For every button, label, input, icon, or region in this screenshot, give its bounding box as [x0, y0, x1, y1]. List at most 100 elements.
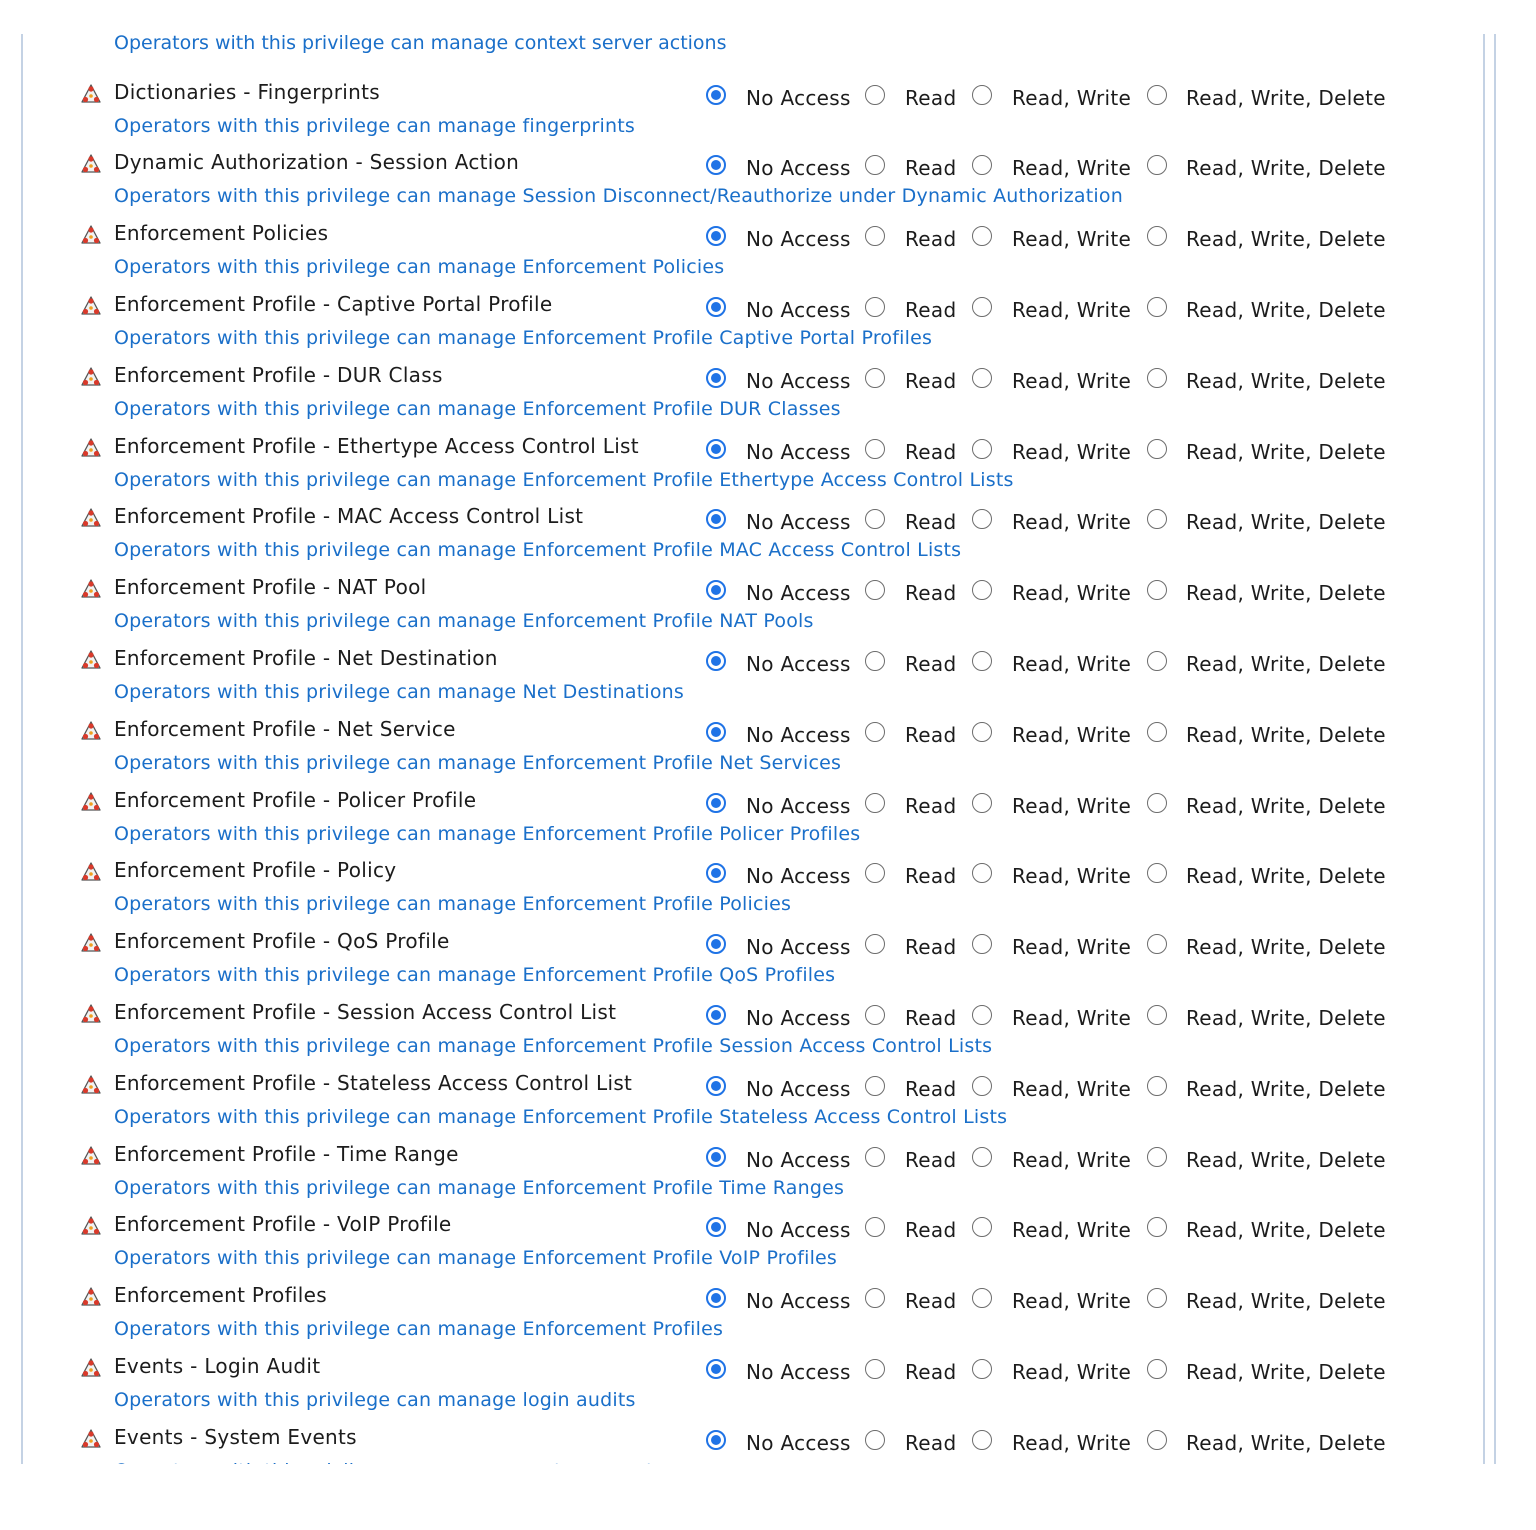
access-option-read[interactable]: Read — [865, 363, 956, 393]
radio-button[interactable] — [706, 934, 726, 955]
access-option-read-write-delete[interactable]: Read, Write, Delete — [1147, 363, 1386, 393]
radio-button[interactable] — [706, 226, 726, 247]
access-option-read-write[interactable]: Read, Write — [972, 929, 1131, 959]
radio-button[interactable] — [706, 1146, 726, 1167]
radio-button[interactable] — [1147, 1146, 1167, 1167]
radio-button[interactable] — [706, 580, 726, 601]
access-option-read-write[interactable]: Read, Write — [972, 80, 1131, 110]
access-option-read[interactable]: Read — [865, 1000, 956, 1030]
radio-button[interactable] — [706, 650, 726, 671]
radio-button[interactable] — [706, 155, 726, 176]
radio-button[interactable] — [972, 84, 992, 105]
access-option-no-access[interactable]: No Access — [706, 292, 851, 322]
radio-button[interactable] — [865, 1004, 885, 1025]
access-option-read-write-delete[interactable]: Read, Write, Delete — [1147, 929, 1386, 959]
radio-button[interactable] — [1147, 1217, 1167, 1238]
access-option-read[interactable]: Read — [865, 1354, 956, 1384]
radio-button[interactable] — [972, 1217, 992, 1238]
radio-button[interactable] — [865, 296, 885, 317]
access-option-read-write[interactable]: Read, Write — [972, 1212, 1131, 1242]
radio-button[interactable] — [706, 296, 726, 317]
radio-button[interactable] — [865, 863, 885, 884]
access-option-no-access[interactable]: No Access — [706, 1142, 851, 1172]
access-option-read-write-delete[interactable]: Read, Write, Delete — [1147, 434, 1386, 464]
radio-button[interactable] — [972, 1146, 992, 1167]
radio-button[interactable] — [865, 367, 885, 388]
radio-button[interactable] — [865, 934, 885, 955]
radio-button[interactable] — [865, 1288, 885, 1309]
access-option-read[interactable]: Read — [865, 292, 956, 322]
radio-button[interactable] — [706, 1075, 726, 1096]
access-option-no-access[interactable]: No Access — [706, 1212, 851, 1242]
access-option-read-write-delete[interactable]: Read, Write, Delete — [1147, 646, 1386, 676]
radio-button[interactable] — [706, 1358, 726, 1379]
access-option-read-write-delete[interactable]: Read, Write, Delete — [1147, 1354, 1386, 1384]
access-option-no-access[interactable]: No Access — [706, 1283, 851, 1313]
access-option-no-access[interactable]: No Access — [706, 858, 851, 888]
access-option-read-write-delete[interactable]: Read, Write, Delete — [1147, 504, 1386, 534]
radio-button[interactable] — [972, 721, 992, 742]
access-option-read-write[interactable]: Read, Write — [972, 646, 1131, 676]
radio-button[interactable] — [1147, 650, 1167, 671]
radio-button[interactable] — [1147, 1429, 1167, 1450]
radio-button[interactable] — [865, 1146, 885, 1167]
access-option-read-write-delete[interactable]: Read, Write, Delete — [1147, 1071, 1386, 1101]
access-option-read-write[interactable]: Read, Write — [972, 1425, 1131, 1455]
access-option-read-write[interactable]: Read, Write — [972, 292, 1131, 322]
access-option-read[interactable]: Read — [865, 221, 956, 251]
access-option-no-access[interactable]: No Access — [706, 1425, 851, 1455]
radio-button[interactable] — [1147, 934, 1167, 955]
access-option-no-access[interactable]: No Access — [706, 575, 851, 605]
access-option-read[interactable]: Read — [865, 504, 956, 534]
access-option-no-access[interactable]: No Access — [706, 150, 851, 180]
access-option-read-write-delete[interactable]: Read, Write, Delete — [1147, 1142, 1386, 1172]
access-option-read-write-delete[interactable]: Read, Write, Delete — [1147, 788, 1386, 818]
access-option-read[interactable]: Read — [865, 788, 956, 818]
radio-button[interactable] — [972, 792, 992, 813]
radio-button[interactable] — [706, 1429, 726, 1450]
access-option-read-write-delete[interactable]: Read, Write, Delete — [1147, 80, 1386, 110]
access-option-read[interactable]: Read — [865, 150, 956, 180]
radio-button[interactable] — [865, 509, 885, 530]
radio-button[interactable] — [706, 367, 726, 388]
radio-button[interactable] — [706, 792, 726, 813]
radio-button[interactable] — [1147, 155, 1167, 176]
access-option-read[interactable]: Read — [865, 929, 956, 959]
access-option-read-write[interactable]: Read, Write — [972, 717, 1131, 747]
radio-button[interactable] — [706, 509, 726, 530]
radio-button[interactable] — [972, 1004, 992, 1025]
access-option-read-write-delete[interactable]: Read, Write, Delete — [1147, 1000, 1386, 1030]
radio-button[interactable] — [1147, 1358, 1167, 1379]
access-option-read-write[interactable]: Read, Write — [972, 1142, 1131, 1172]
radio-button[interactable] — [972, 226, 992, 247]
access-option-no-access[interactable]: No Access — [706, 1000, 851, 1030]
access-option-read-write-delete[interactable]: Read, Write, Delete — [1147, 575, 1386, 605]
access-option-read-write[interactable]: Read, Write — [972, 1000, 1131, 1030]
radio-button[interactable] — [972, 509, 992, 530]
radio-button[interactable] — [1147, 580, 1167, 601]
radio-button[interactable] — [972, 934, 992, 955]
radio-button[interactable] — [865, 1217, 885, 1238]
access-option-no-access[interactable]: No Access — [706, 1071, 851, 1101]
access-option-read-write-delete[interactable]: Read, Write, Delete — [1147, 1425, 1386, 1455]
radio-button[interactable] — [972, 296, 992, 317]
access-option-read-write-delete[interactable]: Read, Write, Delete — [1147, 858, 1386, 888]
radio-button[interactable] — [1147, 792, 1167, 813]
access-option-read-write[interactable]: Read, Write — [972, 434, 1131, 464]
radio-button[interactable] — [972, 438, 992, 459]
radio-button[interactable] — [1147, 1075, 1167, 1096]
radio-button[interactable] — [865, 580, 885, 601]
radio-button[interactable] — [865, 226, 885, 247]
access-option-read[interactable]: Read — [865, 717, 956, 747]
radio-button[interactable] — [865, 650, 885, 671]
radio-button[interactable] — [865, 1358, 885, 1379]
radio-button[interactable] — [972, 1358, 992, 1379]
access-option-read[interactable]: Read — [865, 1071, 956, 1101]
access-option-no-access[interactable]: No Access — [706, 646, 851, 676]
radio-button[interactable] — [1147, 721, 1167, 742]
access-option-read-write[interactable]: Read, Write — [972, 221, 1131, 251]
radio-button[interactable] — [706, 1217, 726, 1238]
radio-button[interactable] — [706, 721, 726, 742]
access-option-no-access[interactable]: No Access — [706, 504, 851, 534]
radio-button[interactable] — [1147, 509, 1167, 530]
